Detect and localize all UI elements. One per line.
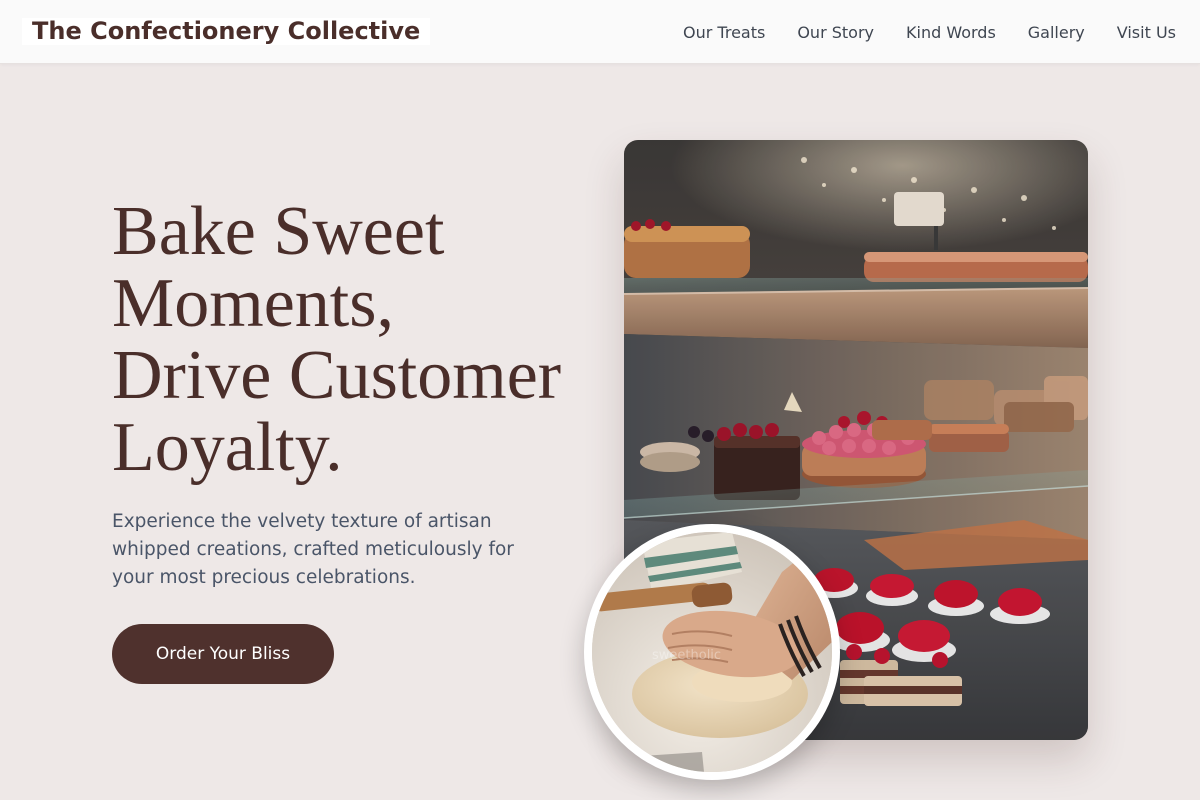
hero-subtitle-line: Experience the velvety texture of artisa… (112, 511, 492, 532)
hero-title-line: Loyalty. (112, 409, 343, 486)
nav-link-our-story[interactable]: Our Story (797, 23, 874, 42)
nav-link-gallery[interactable]: Gallery (1028, 23, 1085, 42)
hands-kneading-dough-photo: sweetholic (584, 524, 840, 780)
nav-link-our-treats[interactable]: Our Treats (683, 23, 765, 42)
hero-subtitle-line: whipped creations, crafted meticulously … (112, 539, 514, 560)
nav-link-kind-words[interactable]: Kind Words (906, 23, 996, 42)
hero-title-line: Drive Customer (112, 337, 562, 414)
brand-logo-text[interactable]: The Confectionery Collective (22, 18, 431, 45)
nav-link-visit-us[interactable]: Visit Us (1117, 23, 1176, 42)
order-your-bliss-button[interactable]: Order Your Bliss (112, 624, 334, 684)
hero-subtitle: Experience the velvety texture of artisa… (112, 508, 572, 592)
hero-subtitle-line: your most precious celebrations. (112, 567, 416, 588)
hero-title: Bake Sweet Moments, Drive Customer Loyal… (112, 196, 612, 484)
nav-links: Our Treats Our Story Kind Words Gallery … (683, 0, 1176, 64)
top-navbar: The Confectionery Collective Our Treats … (0, 0, 1200, 64)
hero-title-line: Bake Sweet (112, 193, 445, 270)
watermark-text: sweetholic (652, 648, 722, 663)
hero-title-line: Moments, (112, 265, 394, 342)
